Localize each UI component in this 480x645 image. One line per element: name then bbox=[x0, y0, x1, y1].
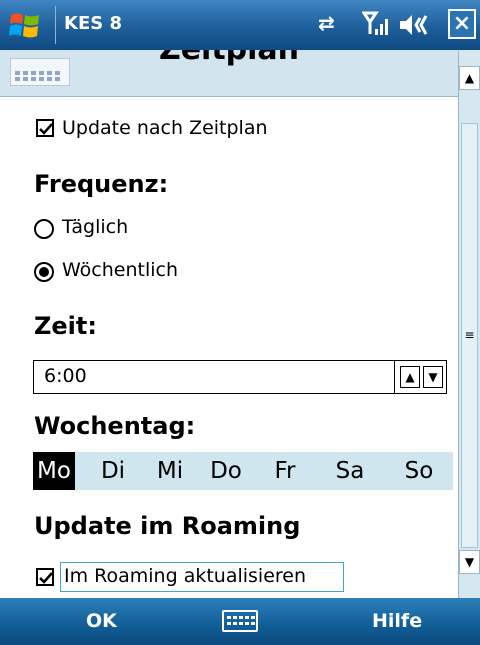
softkey-bar: OK Hilfe bbox=[0, 598, 480, 645]
roaming-checkbox[interactable] bbox=[36, 568, 54, 586]
page-header: Zeitplan bbox=[0, 50, 458, 97]
titlebar-separator bbox=[55, 6, 56, 44]
scroll-thumb[interactable]: ≡ bbox=[461, 123, 478, 548]
roaming-heading: Update im Roaming bbox=[34, 512, 301, 540]
connectivity-icon[interactable]: ⇄ bbox=[318, 11, 335, 35]
time-value: 6:00 bbox=[44, 365, 87, 387]
day-mo[interactable]: Mo bbox=[33, 452, 75, 490]
frequency-heading: Frequenz: bbox=[34, 170, 169, 198]
keyboard-icon[interactable] bbox=[222, 610, 258, 632]
app-title: KES 8 bbox=[64, 13, 122, 34]
schedule-checkbox-label[interactable]: Update nach Zeitplan bbox=[62, 117, 268, 139]
windows-start-icon[interactable] bbox=[8, 9, 42, 41]
title-bar: KES 8 ⇄ × bbox=[0, 0, 480, 50]
day-sa[interactable]: Sa bbox=[329, 452, 371, 490]
time-down-button[interactable]: ▼ bbox=[423, 366, 443, 388]
close-button[interactable]: × bbox=[448, 9, 476, 39]
time-input[interactable]: 6:00 ▲ ▼ bbox=[33, 360, 447, 394]
signal-icon[interactable] bbox=[362, 10, 388, 38]
schedule-checkbox[interactable] bbox=[36, 119, 54, 137]
checkmark-icon bbox=[39, 572, 53, 584]
roaming-checkbox-label[interactable]: Im Roaming aktualisieren bbox=[64, 565, 306, 587]
day-do[interactable]: Do bbox=[205, 452, 247, 490]
weekday-heading: Wochentag: bbox=[34, 412, 196, 440]
radio-daily[interactable] bbox=[34, 219, 54, 239]
radio-daily-label[interactable]: Täglich bbox=[62, 216, 128, 238]
help-softkey[interactable]: Hilfe bbox=[372, 610, 422, 632]
scroll-down-button[interactable]: ▼ bbox=[459, 550, 480, 574]
spinner-separator bbox=[394, 361, 395, 393]
day-mi[interactable]: Mi bbox=[150, 452, 190, 490]
content-area: Zeitplan Update nach Zeitplan Frequenz: … bbox=[0, 50, 458, 598]
page-title: Zeitplan bbox=[0, 50, 458, 67]
grip-icon: ≡ bbox=[464, 328, 475, 342]
day-fr[interactable]: Fr bbox=[265, 452, 305, 490]
vertical-scrollbar[interactable]: ▲ ≡ ▼ bbox=[458, 50, 480, 598]
radio-selected-dot bbox=[39, 267, 49, 277]
time-heading: Zeit: bbox=[34, 312, 97, 340]
day-so[interactable]: So bbox=[397, 452, 441, 490]
checkmark-icon bbox=[39, 123, 53, 135]
weekday-selector: Mo Di Mi Do Fr Sa So bbox=[33, 452, 453, 490]
day-di[interactable]: Di bbox=[93, 452, 133, 490]
scroll-up-button[interactable]: ▲ bbox=[459, 66, 480, 90]
radio-weekly-label[interactable]: Wöchentlich bbox=[62, 259, 178, 281]
radio-weekly[interactable] bbox=[34, 262, 54, 282]
volume-icon[interactable] bbox=[398, 12, 436, 38]
time-up-button[interactable]: ▲ bbox=[400, 366, 420, 388]
ok-softkey[interactable]: OK bbox=[86, 610, 117, 632]
